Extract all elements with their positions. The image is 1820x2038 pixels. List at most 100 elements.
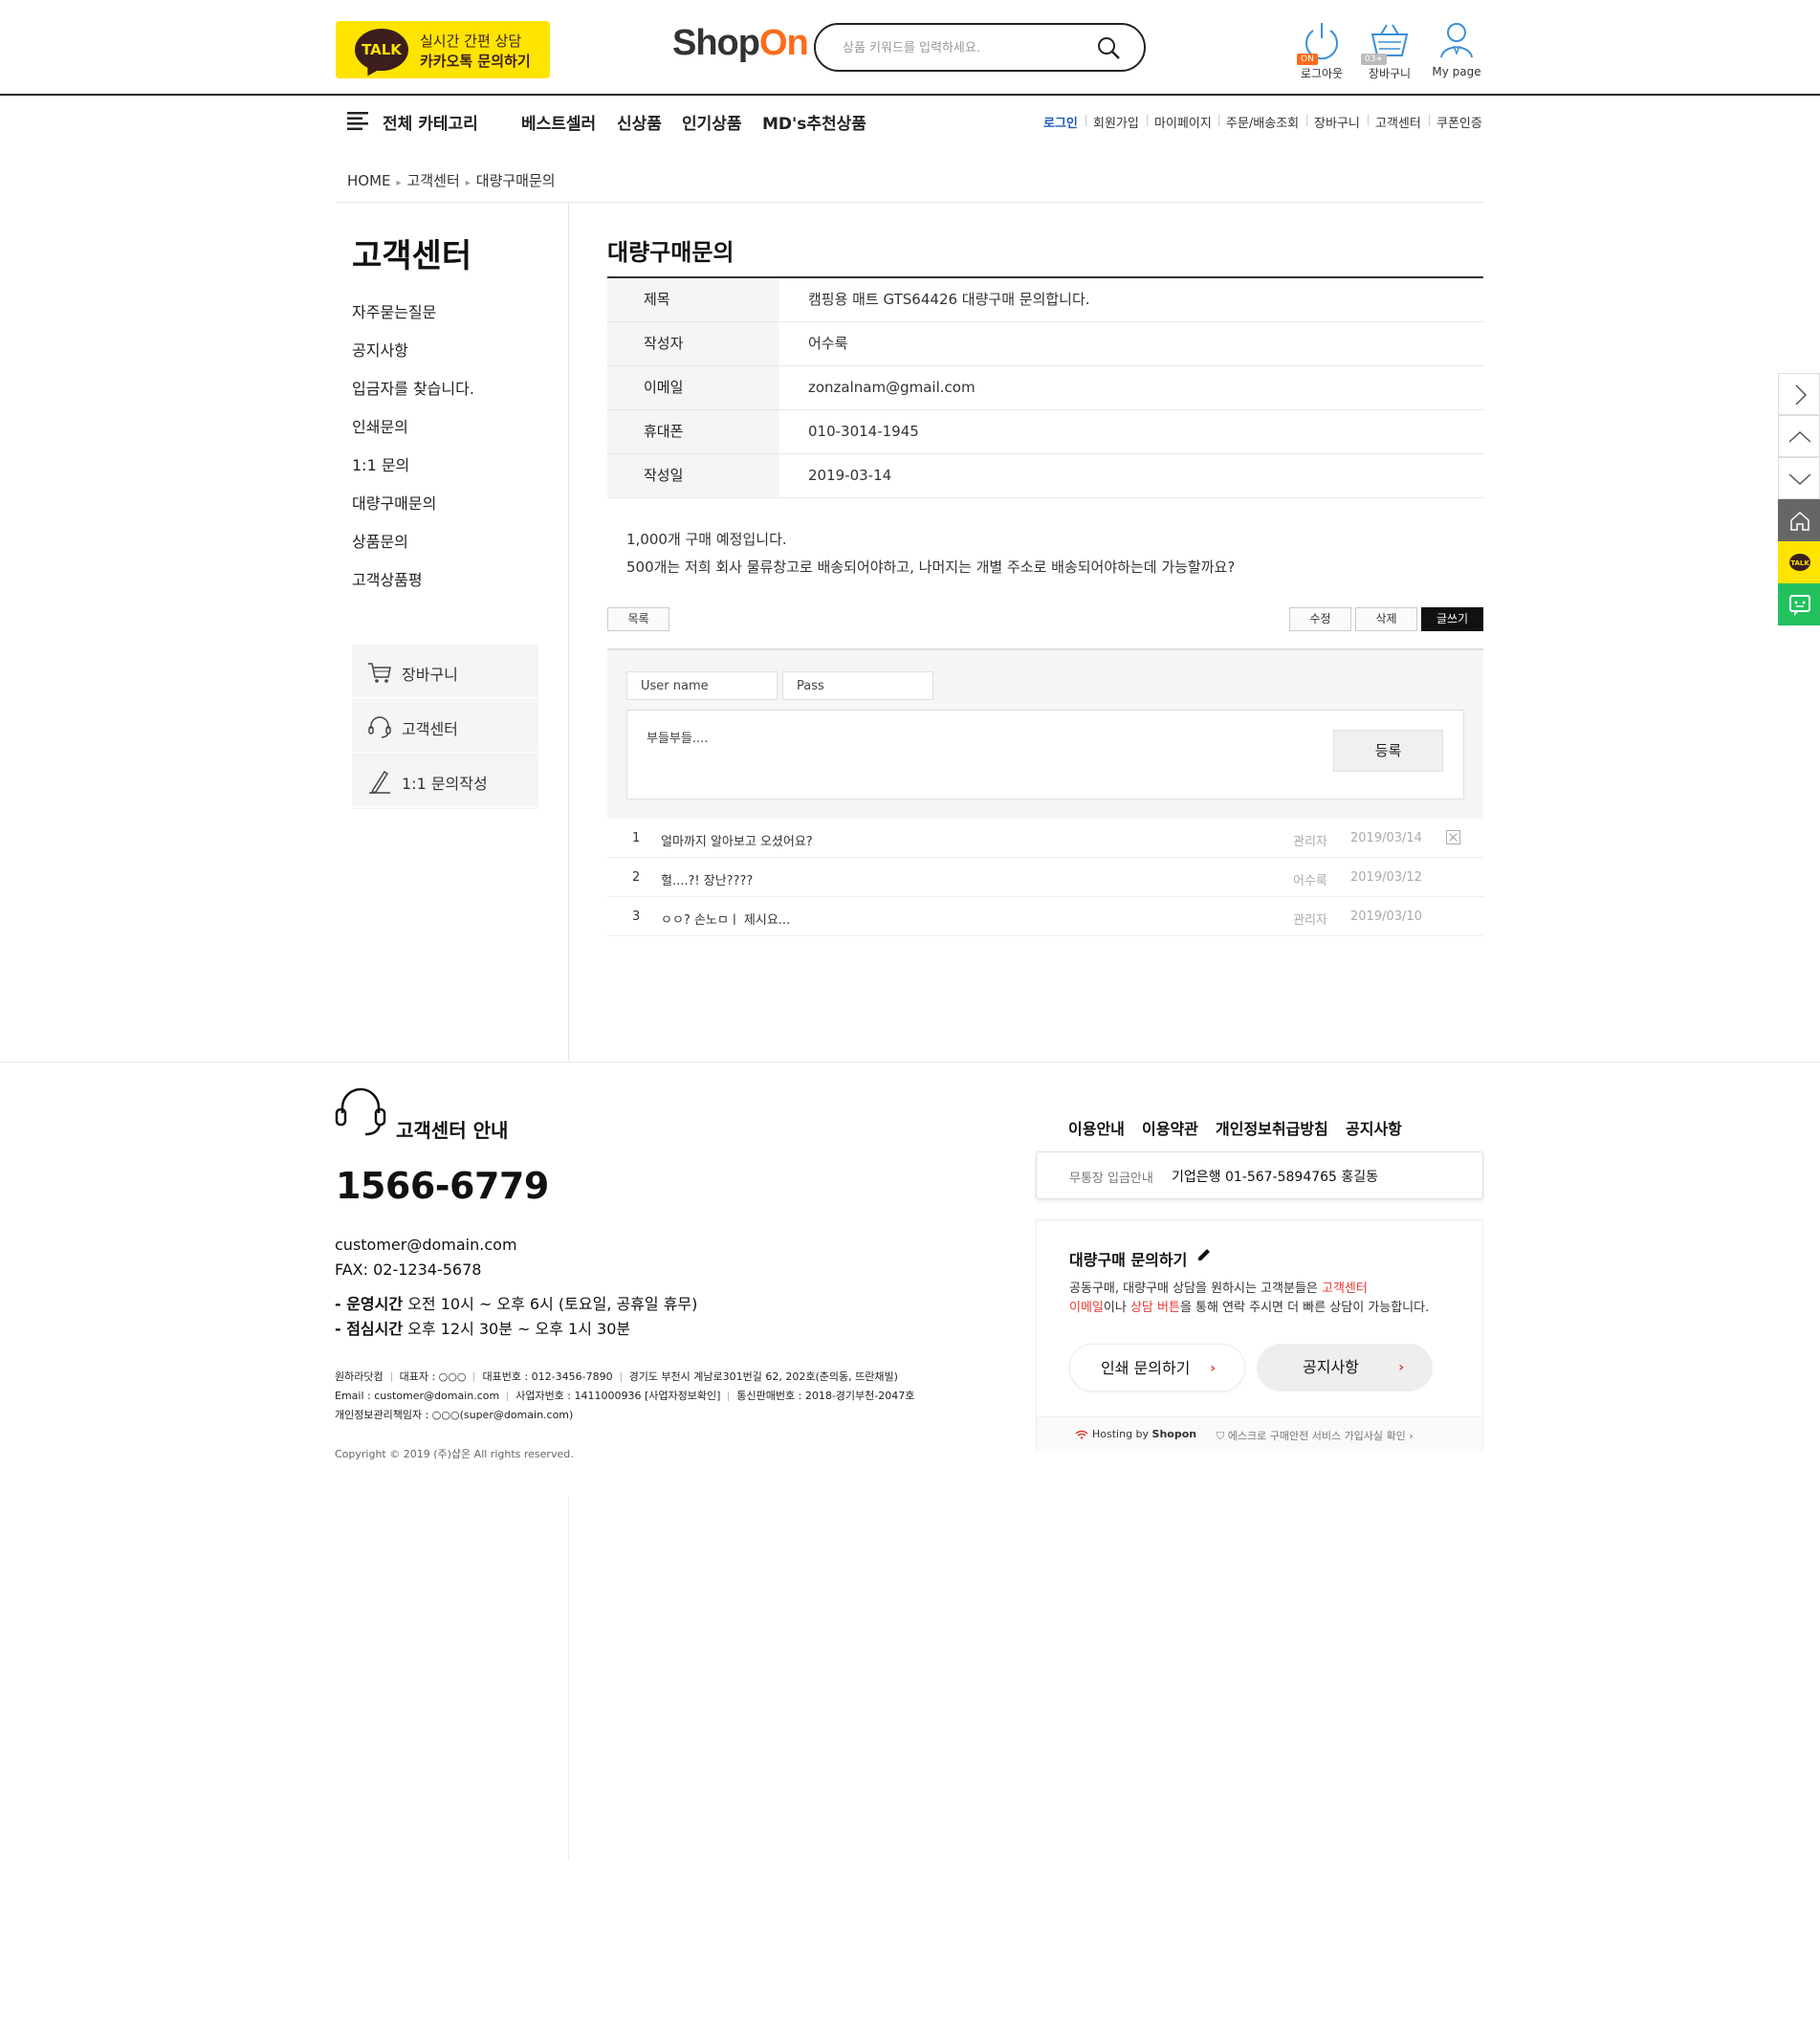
quick-customer-center[interactable]: 고객센터 bbox=[352, 699, 538, 753]
footer-link-notice[interactable]: 공지사항 bbox=[1346, 1116, 1402, 1139]
cart-button[interactable]: 03+ 장바구니 bbox=[1361, 19, 1418, 88]
hosting-info[interactable]: Hosting by Shopon bbox=[1075, 1428, 1196, 1440]
bank-info-box: 무통장 입금안내 기업은행 01-567-5894765 홍길동 bbox=[1036, 1151, 1483, 1199]
nav-coupon[interactable]: 쿠폰인증 bbox=[1436, 113, 1482, 131]
sidebar-item-reviews[interactable]: 고객상품평 bbox=[352, 570, 474, 608]
home-button[interactable] bbox=[1778, 499, 1820, 541]
quick-cart[interactable]: 장바구니 bbox=[352, 645, 538, 698]
chat-button[interactable] bbox=[1778, 583, 1820, 625]
user-icon bbox=[1440, 23, 1473, 58]
util-divider bbox=[1306, 115, 1307, 126]
site-header: TALK 실시간 간편 상담 카카오톡 문의하기 ShopOn ON 로그아웃 … bbox=[0, 0, 1820, 96]
inquiry-body-line: 1,000개 구매 예정입니다. bbox=[626, 531, 787, 548]
sidebar-item-1on1[interactable]: 1:1 문의 bbox=[352, 455, 474, 493]
edit-button[interactable]: 수정 bbox=[1289, 607, 1351, 631]
nav-popular[interactable]: 인기상품 bbox=[682, 110, 742, 134]
sidebar-item-bulk-inquiry[interactable]: 대량구매문의 bbox=[352, 493, 474, 532]
bulk-title: 대량구매 문의하기 bbox=[1069, 1251, 1188, 1269]
sidebar-item-faq[interactable]: 자주묻는질문 bbox=[352, 302, 474, 340]
print-inquiry-button[interactable]: 인쇄 문의하기 › bbox=[1069, 1344, 1245, 1392]
logout-button[interactable]: ON 로그아웃 bbox=[1293, 19, 1350, 88]
info-label: 작성일 bbox=[607, 454, 779, 497]
next-icon bbox=[1795, 384, 1808, 405]
shield-icon: ⛉ bbox=[1217, 1430, 1228, 1442]
util-divider bbox=[1085, 115, 1086, 126]
sidebar-item-print-inquiry[interactable]: 인쇄문의 bbox=[352, 417, 474, 455]
company-bizno[interactable]: 사업자번호 : 1411000936 [사업자정보확인] bbox=[515, 1390, 720, 1402]
scroll-up-button[interactable] bbox=[1778, 415, 1820, 457]
info-row-phone: 휴대폰 010-3014-1945 bbox=[607, 410, 1483, 454]
site-logo[interactable]: ShopOn bbox=[672, 23, 809, 64]
delete-button[interactable]: 삭제 bbox=[1355, 607, 1417, 631]
escrow-link[interactable]: ⛉ 에스크로 구매안전 서비스 가입사실 확인 › bbox=[1217, 1428, 1414, 1443]
info-row-author: 작성자 어수룩 bbox=[607, 322, 1483, 366]
cs-lunch-label: - 점심시간 bbox=[335, 1320, 404, 1338]
info-value: 010-3014-1945 bbox=[808, 423, 919, 440]
hamburger-menu-icon[interactable] bbox=[347, 111, 368, 130]
comment-password-input[interactable] bbox=[782, 671, 933, 700]
comment-form: 부들부들.... 등록 bbox=[607, 648, 1483, 819]
kakao-talk-button[interactable]: TALK bbox=[1778, 541, 1820, 583]
bulk-link-cs[interactable]: 고객센터 bbox=[1322, 1282, 1368, 1296]
comment-textarea[interactable]: 부들부들.... 등록 bbox=[626, 710, 1464, 800]
pencil-icon bbox=[369, 770, 390, 794]
breadcrumb-customer-center[interactable]: 고객센터 bbox=[407, 172, 460, 189]
quick-1on1-write[interactable]: 1:1 문의작성 bbox=[352, 754, 538, 807]
inquiry-body-line: 500개는 저희 회사 물류창고로 배송되어야하고, 나머지는 개별 주소로 배… bbox=[626, 559, 1236, 576]
nav-new[interactable]: 신상품 bbox=[617, 110, 662, 134]
write-button[interactable]: 글쓰기 bbox=[1421, 607, 1483, 631]
company-address: 경기도 부천시 계남로301번길 62, 202호(춘의동, 뜨란채빌) bbox=[628, 1370, 898, 1383]
close-icon[interactable] bbox=[1446, 830, 1460, 844]
bulk-link-email[interactable]: 이메일 bbox=[1069, 1301, 1104, 1315]
inquiry-info-table: 제목 캠핑용 매트 GTS64426 대량구매 문의합니다. 작성자 어수룩 이… bbox=[607, 278, 1483, 498]
scroll-down-button[interactable] bbox=[1778, 457, 1820, 499]
nav-md-pick[interactable]: MD's추천상품 bbox=[762, 110, 866, 134]
footer-link-terms[interactable]: 이용약관 bbox=[1142, 1116, 1198, 1139]
breadcrumb-home[interactable]: HOME bbox=[347, 172, 391, 189]
nav-all-categories[interactable]: 전체 카테고리 bbox=[383, 110, 478, 134]
comment-number: 1 bbox=[632, 831, 641, 845]
sidebar-divider bbox=[568, 203, 569, 1061]
mypage-button[interactable]: My page bbox=[1428, 19, 1485, 88]
company-privacy: 개인정보관리책임자 : ○○○(super@domain.com) bbox=[335, 1409, 574, 1421]
search-icon[interactable] bbox=[1095, 34, 1124, 63]
logout-label: 로그아웃 bbox=[1300, 67, 1344, 80]
breadcrumb-current[interactable]: 대량구매문의 bbox=[476, 172, 556, 189]
bulk-link-consult[interactable]: 상담 버튼 bbox=[1130, 1301, 1180, 1315]
quick-cart-label: 장바구니 bbox=[402, 666, 458, 684]
nav-login[interactable]: 로그인 bbox=[1043, 113, 1078, 131]
comment-number: 2 bbox=[632, 870, 641, 885]
next-button[interactable] bbox=[1778, 373, 1820, 415]
info-label: 휴대폰 bbox=[607, 410, 779, 453]
cs-hours-value: 오전 10시 ~ 오후 6시 (토요일, 공휴일 휴무) bbox=[407, 1295, 698, 1313]
comment-author: 어수룩 bbox=[1293, 874, 1327, 888]
copyright: Copyright © 2019 (주)샵온 All rights reserv… bbox=[335, 1448, 574, 1460]
search-input[interactable] bbox=[843, 36, 1091, 59]
cs-lunch-value: 오후 12시 30분 ~ 오후 1시 30분 bbox=[407, 1320, 631, 1338]
comment-submit-button[interactable]: 등록 bbox=[1333, 730, 1443, 772]
nav-customer-center[interactable]: 고객센터 bbox=[1375, 113, 1421, 131]
notice-button[interactable]: 공지사항 › bbox=[1257, 1344, 1433, 1392]
comment-body: 얼마까지 알아보고 오셨어요? bbox=[661, 835, 813, 849]
comment-date: 2019/03/12 bbox=[1350, 870, 1422, 885]
footer-link-guide[interactable]: 이용안내 bbox=[1068, 1116, 1125, 1139]
nav-order-tracking[interactable]: 주문/배송조회 bbox=[1226, 113, 1299, 131]
list-button[interactable]: 목록 bbox=[607, 607, 669, 631]
footer-divider bbox=[0, 1062, 1820, 1063]
pencil-icon bbox=[1198, 1249, 1210, 1260]
cs-title: 고객센터 안내 bbox=[396, 1119, 509, 1142]
nav-signup[interactable]: 회원가입 bbox=[1093, 113, 1139, 131]
nav-mypage[interactable]: 마이페이지 bbox=[1154, 113, 1212, 131]
nav-cart[interactable]: 장바구니 bbox=[1314, 113, 1360, 131]
sidebar-item-find-depositor[interactable]: 입금자를 찾습니다. bbox=[352, 379, 474, 417]
kakao-consult-banner[interactable]: TALK 실시간 간편 상담 카카오톡 문의하기 bbox=[336, 21, 550, 78]
kakao-banner-line1: 실시간 간편 상담 bbox=[420, 33, 522, 50]
chevron-right-icon: › bbox=[1398, 1360, 1404, 1375]
sidebar-item-product-inquiry[interactable]: 상품문의 bbox=[352, 532, 474, 570]
nav-bestseller[interactable]: 베스트셀러 bbox=[521, 110, 596, 134]
comment-username-input[interactable] bbox=[626, 671, 778, 700]
cs-email[interactable]: customer@domain.com bbox=[335, 1236, 517, 1254]
sidebar-divider bbox=[568, 1497, 569, 1860]
sidebar-item-notice[interactable]: 공지사항 bbox=[352, 340, 474, 379]
footer-link-privacy[interactable]: 개인정보취급방침 bbox=[1216, 1116, 1328, 1139]
